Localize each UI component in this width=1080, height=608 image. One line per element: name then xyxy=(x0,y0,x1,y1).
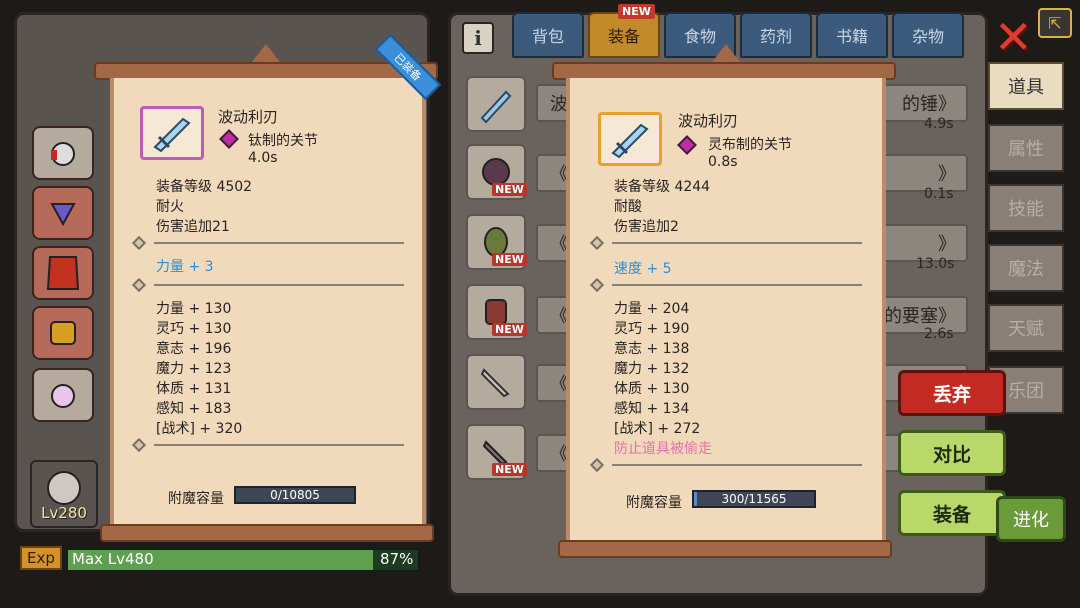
stat-line: 力量 + 130 xyxy=(156,301,232,317)
character-level: Lv280 xyxy=(41,504,87,522)
side-tab-attributes[interactable]: 属性 xyxy=(988,124,1064,172)
weapon-icon xyxy=(598,112,662,166)
item-gem: 钛制的关节 xyxy=(248,133,318,149)
stat-line: 意志 + 196 xyxy=(156,341,232,357)
exp-label: Exp xyxy=(20,546,62,570)
stat-line: 体质 + 131 xyxy=(156,381,232,397)
item-property: 伤害追加21 xyxy=(156,219,230,235)
stat-line: [战术] + 272 xyxy=(614,421,701,437)
item-bonus: 力量 + 3 xyxy=(156,259,214,275)
enchant-capacity-fill xyxy=(694,492,698,506)
stat-line: 感知 + 183 xyxy=(156,401,232,417)
divider xyxy=(154,284,404,286)
enchant-capacity-label: 附魔容量 xyxy=(626,495,682,511)
list-item-time: 0.1s xyxy=(924,186,954,202)
item-name: 波动利刃 xyxy=(218,108,279,126)
new-badge: NEW xyxy=(618,4,655,19)
enchant-capacity-label: 附魔容量 xyxy=(168,491,224,507)
item-property: 耐酸 xyxy=(614,199,642,215)
side-tab-items[interactable]: 道具 xyxy=(988,62,1064,110)
tab-backpack[interactable]: 背包 xyxy=(512,12,584,58)
scroll-peak xyxy=(252,44,280,62)
item-special-effect: 防止道具被偷走 xyxy=(614,441,712,457)
enchant-capacity-bar: 0/10805 xyxy=(234,486,356,504)
divider xyxy=(612,284,862,286)
info-button[interactable]: i xyxy=(462,22,494,54)
side-tab-skills[interactable]: 技能 xyxy=(988,184,1064,232)
stat-line: 魔力 + 132 xyxy=(614,361,690,377)
side-tab-magic[interactable]: 魔法 xyxy=(988,244,1064,292)
blade-icon[interactable] xyxy=(466,354,526,410)
tab-potion[interactable]: 药剂 xyxy=(740,12,812,58)
scroll-peak xyxy=(712,44,740,62)
item-level: 装备等级 4244 xyxy=(614,179,711,195)
list-item-time: 2.6s xyxy=(924,326,954,342)
scroll-rod-bottom xyxy=(100,524,434,542)
evolve-button[interactable]: 进化 xyxy=(996,496,1066,542)
enchant-capacity-value: 300/11565 xyxy=(721,492,787,506)
exp-max-level: Max Lv480 xyxy=(72,550,154,568)
stat-line: 体质 + 130 xyxy=(614,381,690,397)
item-gem: 灵布制的关节 xyxy=(708,137,792,153)
scroll-rod-bottom xyxy=(558,540,892,558)
side-tab-talent[interactable]: 天赋 xyxy=(988,304,1064,352)
item-property: 伤害追加2 xyxy=(614,219,679,235)
chestplate-icon[interactable] xyxy=(32,306,94,360)
tab-books[interactable]: 书籍 xyxy=(816,12,888,58)
stat-line: 灵巧 + 130 xyxy=(156,321,232,337)
divider xyxy=(612,464,862,466)
enchant-capacity-bar: 300/11565 xyxy=(692,490,816,508)
item-name: 波动利刃 xyxy=(678,112,739,130)
stat-line: [战术] + 320 xyxy=(156,421,243,437)
compare-button[interactable]: 对比 xyxy=(898,430,1006,476)
mask-icon[interactable]: NEW xyxy=(466,214,527,270)
exp-percent: 87% xyxy=(380,550,414,568)
helmet-icon[interactable]: NEW xyxy=(466,144,527,200)
divider xyxy=(612,242,862,244)
gloves-icon[interactable] xyxy=(32,368,94,422)
sword-icon[interactable] xyxy=(466,76,526,132)
armor-icon[interactable]: NEW xyxy=(466,284,527,340)
close-icon[interactable]: ✕ xyxy=(994,14,1033,60)
stat-line: 力量 + 204 xyxy=(614,301,690,317)
equip-button[interactable]: 装备 xyxy=(898,490,1006,536)
list-item-time: 4.9s xyxy=(924,116,954,132)
divider xyxy=(154,444,404,446)
info-icon: i xyxy=(474,26,482,50)
headphones-icon[interactable] xyxy=(32,126,94,180)
item-speed: 4.0s xyxy=(248,150,278,166)
stat-line: 灵巧 + 190 xyxy=(614,321,690,337)
stat-line: 意志 + 138 xyxy=(614,341,690,357)
dagger-icon[interactable]: NEW xyxy=(466,424,527,480)
tab-misc[interactable]: 杂物 xyxy=(892,12,964,58)
item-bonus: 速度 + 5 xyxy=(614,261,672,277)
weapon-icon xyxy=(140,106,204,160)
cape-icon[interactable] xyxy=(32,246,94,300)
stat-line: 感知 + 134 xyxy=(614,401,690,417)
discard-button[interactable]: 丢弃 xyxy=(898,370,1006,416)
item-property: 耐火 xyxy=(156,199,184,215)
exit-icon[interactable]: ⇱ xyxy=(1038,8,1072,38)
divider xyxy=(154,242,404,244)
amulet-icon[interactable] xyxy=(32,186,94,240)
item-speed: 0.8s xyxy=(708,154,738,170)
stat-line: 魔力 + 123 xyxy=(156,361,232,377)
item-level: 装备等级 4502 xyxy=(156,179,253,195)
list-item-time: 13.0s xyxy=(916,256,955,272)
